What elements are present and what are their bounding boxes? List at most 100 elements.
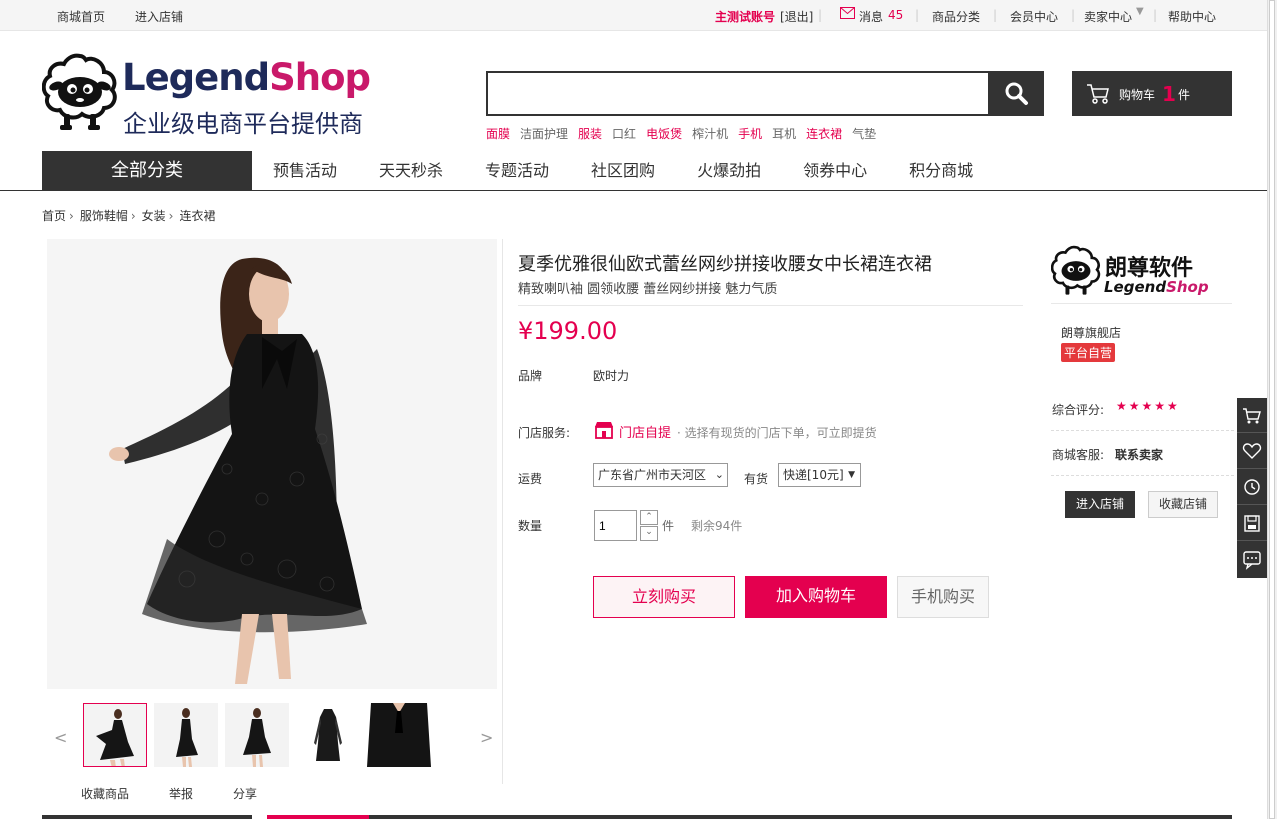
toolbar-chat-icon[interactable]	[1237, 542, 1267, 577]
gallery-thumbnail[interactable]	[154, 703, 218, 767]
favorite-product-link[interactable]: 收藏商品	[81, 785, 129, 802]
nav-item[interactable]: 火爆劲拍	[676, 151, 782, 190]
hotword-link[interactable]: 电饭煲	[646, 127, 682, 141]
mobile-buy-button[interactable]: 手机购买	[897, 576, 989, 618]
hotword-link[interactable]: 口红	[612, 127, 636, 141]
breadcrumb-item[interactable]: 首页	[42, 209, 66, 223]
toolbar-cart-icon[interactable]	[1237, 398, 1267, 433]
hotword-link[interactable]: 耳机	[772, 127, 796, 141]
separator: |	[993, 8, 998, 22]
report-link[interactable]: 举报	[169, 785, 193, 802]
brand-value: 欧时力	[593, 369, 630, 383]
all-categories-menu[interactable]: 全部分类	[42, 151, 252, 190]
rating-label: 综合评分:	[1052, 403, 1105, 417]
gallery-thumbnail[interactable]	[83, 703, 147, 767]
nav-item[interactable]: 天天秒杀	[358, 151, 464, 190]
top-bar: 商城首页 进入店铺 主测试账号 [退出] | 消息 45 | 商品分类 | 会员…	[0, 0, 1277, 31]
customer-service-label: 商城客服:	[1052, 448, 1105, 462]
divider	[1051, 303, 1232, 304]
quantity-input[interactable]	[594, 510, 637, 541]
store-logo[interactable]: 朗尊软件 LegendShop	[1051, 242, 1231, 302]
toolbar-save-icon[interactable]	[1237, 506, 1267, 541]
share-link[interactable]: 分享	[233, 785, 257, 802]
gallery-next-button[interactable]: >	[480, 728, 493, 747]
breadcrumb-separator-icon: ›	[168, 209, 174, 223]
separator: |	[1071, 8, 1076, 22]
logout-link[interactable]: [退出]	[780, 8, 813, 25]
hotword-link[interactable]: 连衣裙	[806, 127, 842, 141]
store-logo-en-part1: Legend	[1104, 278, 1167, 296]
product-main-image[interactable]	[47, 239, 497, 689]
nav-divider	[0, 190, 1267, 191]
add-to-cart-button[interactable]: 加入购物车	[745, 576, 887, 618]
breadcrumb-separator-icon: ›	[130, 209, 136, 223]
store-service-label: 门店服务:	[518, 426, 571, 440]
hotword-link[interactable]: 气垫	[852, 127, 876, 141]
bottom-tab-bar	[267, 815, 1232, 819]
member-center-link[interactable]: 会员中心	[1010, 8, 1058, 25]
cart-count-badge: 1	[1162, 82, 1176, 106]
chevron-down-icon: ⌄	[714, 468, 724, 481]
right-toolbar	[1237, 398, 1267, 578]
hotword-link[interactable]: 榨汁机	[692, 127, 728, 141]
divider	[518, 305, 1023, 306]
self-operated-badge: 平台自营	[1061, 343, 1116, 362]
gallery-thumbnail[interactable]	[367, 703, 431, 767]
contact-seller-link[interactable]: 联系卖家	[1115, 446, 1163, 463]
favorite-store-button[interactable]: 收藏店铺	[1148, 491, 1218, 518]
brand-logo-text[interactable]: LegendShop	[122, 56, 371, 99]
nav-item[interactable]: 社区团购	[570, 151, 676, 190]
help-center-link[interactable]: 帮助中心	[1168, 8, 1216, 25]
quantity-decrease-button[interactable]: ⌄	[640, 526, 658, 541]
nav-item[interactable]: 专题活动	[464, 151, 570, 190]
region-select[interactable]: 广东省广州市天河区 ⌄	[593, 463, 728, 487]
toolbar-history-icon[interactable]	[1237, 470, 1267, 505]
chevron-down-icon[interactable]: ▼	[1136, 6, 1144, 17]
mail-icon[interactable]	[840, 7, 855, 22]
hotword-link[interactable]: 手机	[738, 127, 762, 141]
store-name[interactable]: 朗尊旗舰店	[1061, 324, 1121, 341]
buy-now-button[interactable]: 立刻购买	[593, 576, 735, 618]
search-button[interactable]	[989, 71, 1044, 116]
hotword-link[interactable]: 服装	[578, 127, 602, 141]
shipping-label: 运费	[518, 472, 543, 486]
logo-part-legend: Legend	[122, 56, 270, 99]
enter-store-button[interactable]: 进入店铺	[1065, 491, 1135, 518]
hotword-link[interactable]: 面膜	[486, 127, 510, 141]
sheep-logo-icon	[1051, 245, 1101, 295]
seller-center-dropdown[interactable]: 卖家中心	[1084, 8, 1132, 25]
nav-item[interactable]: 积分商城	[888, 151, 994, 190]
breadcrumb-item[interactable]: 女装	[142, 209, 166, 223]
enter-store-link[interactable]: 进入店铺	[135, 8, 183, 25]
quantity-label: 数量	[518, 519, 543, 533]
product-subtitle: 精致喇叭袖 圆领收腰 蕾丝网纱拼接 魅力气质	[518, 282, 778, 297]
logo-tagline: 企业级电商平台提供商	[123, 110, 363, 138]
gallery-thumbnail[interactable]	[225, 703, 289, 767]
hot-search-words: 面膜 洁面护理 服装 口红 电饭煲 榨汁机 手机 耳机 连衣裙 气垫	[486, 125, 886, 142]
messages-link[interactable]: 消息	[859, 8, 883, 25]
toolbar-favorite-icon[interactable]	[1237, 434, 1267, 469]
sheep-logo-icon[interactable]	[41, 52, 118, 132]
quantity-increase-button[interactable]: ⌃	[640, 510, 658, 525]
shipping-method-select[interactable]: 快递[10元] ▼	[778, 463, 861, 487]
gallery-prev-button[interactable]: <	[54, 728, 67, 747]
divider	[1051, 475, 1234, 476]
nav-item[interactable]: 领券中心	[782, 151, 888, 190]
search-input[interactable]	[486, 71, 990, 116]
nav-item[interactable]: 预售活动	[252, 151, 358, 190]
gallery-thumbnail[interactable]	[296, 703, 360, 767]
account-name[interactable]: 主测试账号	[715, 8, 775, 25]
breadcrumb-item[interactable]: 服饰鞋帽	[80, 209, 128, 223]
store-pickup-link[interactable]: 门店自提	[619, 422, 671, 441]
mall-home-link[interactable]: 商城首页	[57, 8, 105, 25]
bottom-tab-active[interactable]	[267, 815, 369, 819]
hotword-link[interactable]: 洁面护理	[520, 127, 568, 141]
categories-link[interactable]: 商品分类	[932, 8, 980, 25]
bottom-tab-bar	[42, 815, 252, 819]
store-logo-en-part2: Shop	[1166, 278, 1209, 296]
separator: |	[1153, 8, 1158, 22]
cart-button[interactable]: 购物车 1 件	[1072, 71, 1232, 116]
quantity-unit: 件	[662, 519, 675, 533]
scrollbar-thumb[interactable]	[1269, 0, 1275, 819]
stock-status: 有货	[744, 472, 769, 486]
